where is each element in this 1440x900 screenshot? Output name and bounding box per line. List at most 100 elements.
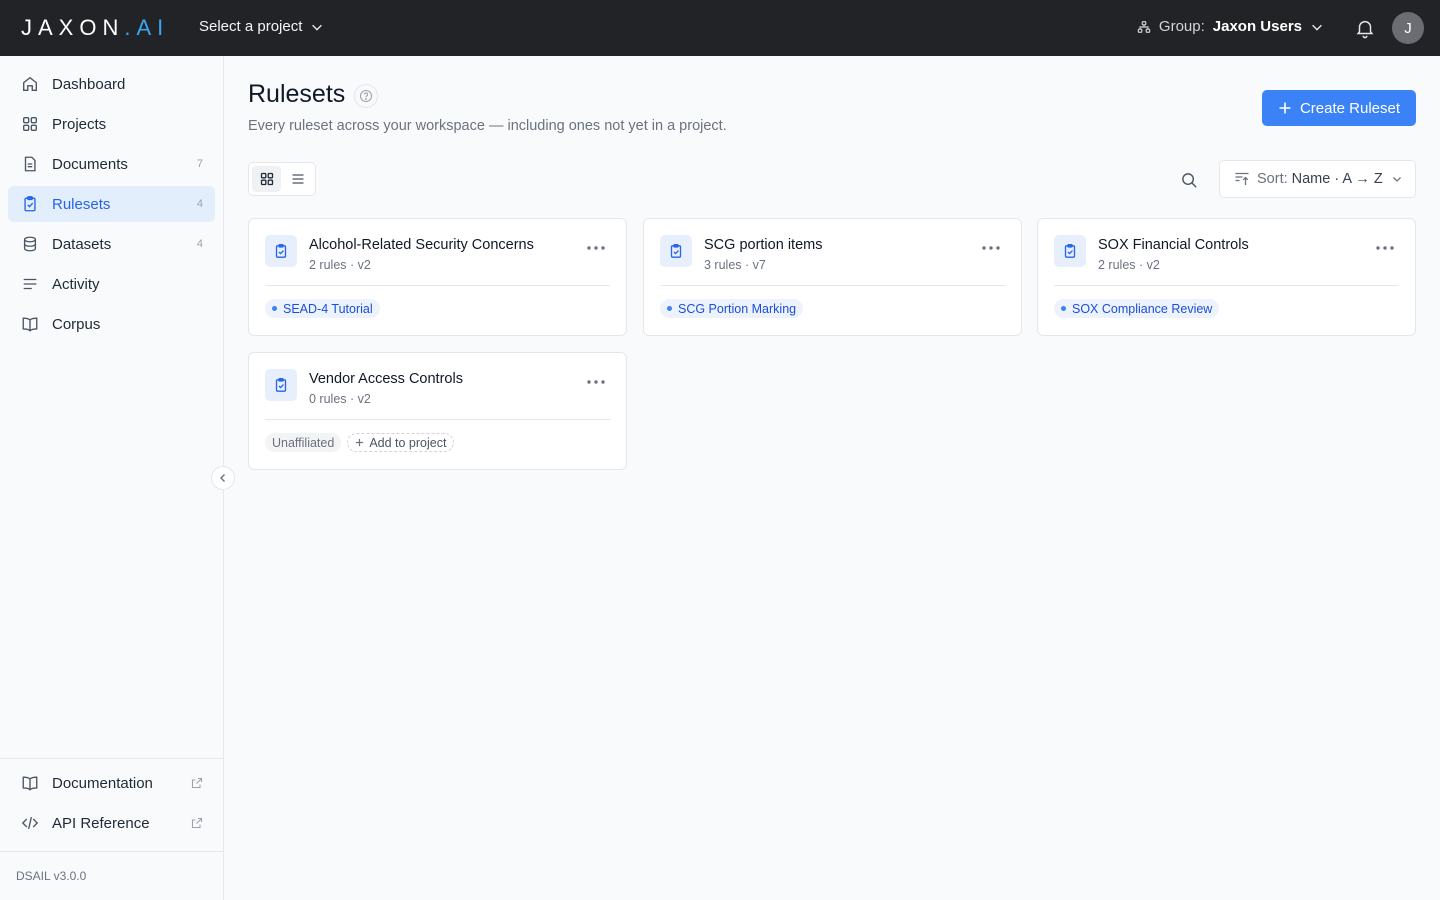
clipboard-check-icon [1054,235,1086,267]
view-mode-toggle [248,162,316,196]
ruleset-meta: 0 rules · v2 [309,392,371,406]
sidebar-item-label: Datasets [52,235,112,253]
database-icon [20,234,40,254]
create-ruleset-label: Create Ruleset [1299,99,1401,117]
project-selector-label: Select a project [199,18,303,35]
group-hierarchy-icon [1137,20,1151,33]
project-tag[interactable]: SOX Compliance Review [1054,299,1220,318]
documents-count: 7 [196,158,203,170]
ruleset-card[interactable]: Vendor Access Controls 0 rules · v2 Unaf… [248,352,627,470]
avatar-initial: J [1404,19,1412,37]
card-divider [265,419,610,420]
ruleset-card[interactable]: SOX Financial Controls 2 rules · v2 SOX … [1037,218,1416,336]
sidebar-item-activity[interactable]: Activity [8,266,215,302]
sidebar-item-label: API Reference [52,814,150,832]
create-ruleset-button[interactable]: Create Ruleset [1262,90,1416,126]
chevron-down-icon [312,24,323,31]
clipboard-check-icon [265,235,297,267]
sidebar-item-label: Corpus [52,315,101,333]
project-selector[interactable]: Select a project [199,18,324,35]
grid-view-icon [260,172,273,186]
logo-dot: . [124,15,137,40]
sidebar-item-datasets[interactable]: Datasets 4 [8,226,215,262]
card-tags: SOX Compliance Review [1054,299,1220,318]
user-avatar[interactable]: J [1392,12,1424,44]
more-options-icon[interactable] [1373,241,1397,255]
sidebar-nav: Dashboard Projects Documents 7 Rulesets … [8,66,215,346]
project-dot-icon [1061,306,1066,311]
document-icon [20,154,40,174]
sidebar-item-dashboard[interactable]: Dashboard [8,66,215,102]
grid-view-button[interactable] [252,166,281,192]
project-tag[interactable]: SEAD-4 Tutorial [265,299,380,318]
more-options-icon[interactable] [979,241,1003,255]
plus-icon [1279,102,1291,114]
ruleset-meta: 3 rules · v7 [704,258,766,272]
sidebar-item-documents[interactable]: Documents 7 [8,146,215,182]
group-selector[interactable]: Group: Jaxon Users [1137,18,1324,35]
sidebar-item-label: Activity [52,275,100,293]
list-view-button[interactable] [283,166,312,192]
sidebar-item-projects[interactable]: Projects [8,106,215,142]
sidebar-item-corpus[interactable]: Corpus [8,306,215,342]
sidebar-bottom-links: Documentation API Reference [0,758,223,845]
sidebar-item-label: Projects [52,115,107,133]
rulesets-count: 4 [196,198,203,210]
add-to-project-label: Add to project [369,435,447,450]
sort-dropdown[interactable]: Sort: Name · A → Z [1219,160,1416,198]
ruleset-card[interactable]: SCG portion items 3 rules · v7 SCG Porti… [643,218,1022,336]
search-button[interactable] [1177,168,1201,192]
sidebar-item-label: Rulesets [52,195,111,213]
project-tag-label: SEAD-4 Tutorial [283,301,373,316]
ruleset-card[interactable]: Alcohol-Related Security Concerns 2 rule… [248,218,627,336]
sort-ascending-icon [1235,172,1249,185]
main-content: Rulesets Every ruleset across your works… [224,56,1440,900]
add-to-project-button[interactable]: Add to project [347,433,455,452]
sort-label: Sort: [1257,171,1288,187]
card-tags: Unaffiliated Add to project [265,433,455,452]
more-options-icon[interactable] [584,241,608,255]
book-icon [20,314,40,334]
notifications-bell-icon[interactable] [1354,17,1376,39]
ruleset-meta: 2 rules · v2 [309,258,371,272]
ruleset-meta: 2 rules · v2 [1098,258,1160,272]
app-version: DSAIL v3.0.0 [0,851,223,900]
logo-text: JAXON [21,15,125,40]
code-icon [20,813,40,833]
chevron-left-icon [220,474,225,482]
card-divider [265,285,610,286]
ruleset-title: Vendor Access Controls [309,371,463,387]
card-tags: SEAD-4 Tutorial [265,299,380,318]
logo-ai-text: AI [136,15,170,40]
unaffiliated-badge: Unaffiliated [265,433,342,452]
collapse-sidebar-button[interactable] [211,466,235,490]
page-title: Rulesets [248,80,346,108]
sidebar: Dashboard Projects Documents 7 Rulesets … [0,56,224,900]
activity-list-icon [20,274,40,294]
ruleset-title: SOX Financial Controls [1098,237,1249,253]
sidebar-item-rulesets[interactable]: Rulesets 4 [8,186,215,222]
jaxon-ai-logo[interactable]: JAXON. AI [21,15,170,40]
chevron-down-icon [1393,177,1401,182]
page-subtitle: Every ruleset across your workspace — in… [248,118,727,134]
ruleset-title: SCG portion items [704,237,823,253]
project-tag[interactable]: SCG Portion Marking [660,299,804,318]
external-link-icon [191,777,203,789]
book-icon [20,773,40,793]
plus-icon [356,438,364,447]
clipboard-check-icon [660,235,692,267]
sidebar-item-api-reference[interactable]: API Reference [8,805,215,841]
more-options-icon[interactable] [584,375,608,389]
top-bar: JAXON. AI Select a project Group: Jaxon U… [0,0,1440,56]
sort-value: Name · A → Z [1291,171,1383,187]
sidebar-item-label: Documents [52,155,128,173]
project-dot-icon [272,306,277,311]
list-view-icon [292,174,303,184]
sidebar-item-documentation[interactable]: Documentation [8,765,215,801]
sidebar-item-label: Dashboard [52,75,126,93]
project-tag-label: SOX Compliance Review [1072,301,1213,316]
sidebar-item-label: Documentation [52,774,153,792]
clipboard-check-icon [20,194,40,214]
help-question-icon[interactable] [354,84,378,108]
card-divider [660,285,1005,286]
